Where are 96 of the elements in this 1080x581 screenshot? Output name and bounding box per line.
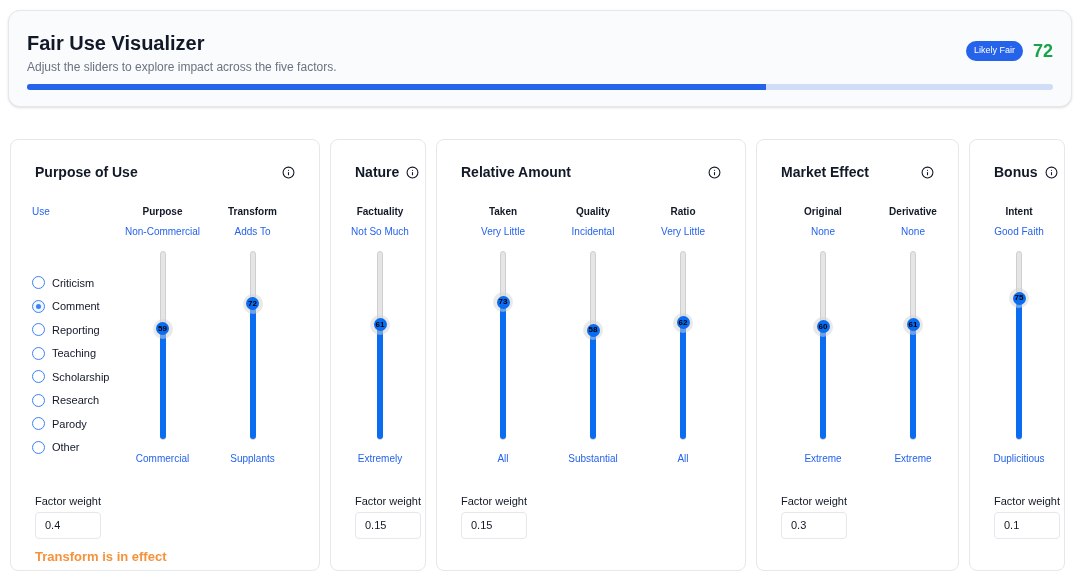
slider-label: Taken bbox=[488, 205, 518, 219]
slider-top-label: Non-Commercial bbox=[125, 225, 200, 239]
slider-bottom-label: Extreme bbox=[804, 452, 842, 466]
slider-thumb[interactable]: 75 bbox=[1009, 288, 1029, 309]
card-title: Nature bbox=[355, 162, 400, 182]
radio-label: Other bbox=[52, 440, 80, 455]
page-subtitle: Adjust the sliders to explore impact across the five factors. bbox=[27, 59, 337, 76]
card-title: Market Effect bbox=[781, 162, 869, 182]
slider-value: 60 bbox=[818, 322, 828, 331]
factor-weight-field[interactable]: 0.3 bbox=[781, 511, 847, 539]
slider-bottom-label: Extremely bbox=[357, 452, 403, 466]
vertical-slider[interactable]: 61 bbox=[903, 241, 923, 450]
slider-label: Intent bbox=[1005, 205, 1033, 219]
slider-label: Original bbox=[804, 205, 842, 219]
radio-button[interactable] bbox=[32, 346, 45, 360]
vertical-slider[interactable]: 58 bbox=[583, 241, 603, 450]
status-message: Transform is in effect bbox=[35, 547, 168, 566]
factor-weight-field[interactable]: 0.15 bbox=[355, 511, 421, 539]
radio-label: Research bbox=[52, 393, 100, 408]
factor-weight-field[interactable]: 0.1 bbox=[994, 511, 1060, 539]
info-icon[interactable] bbox=[406, 165, 419, 179]
card-title: Bonus bbox=[994, 162, 1038, 182]
vertical-slider[interactable]: 60 bbox=[813, 241, 833, 450]
slider-thumb[interactable]: 62 bbox=[673, 312, 693, 333]
vertical-slider[interactable]: 62 bbox=[673, 241, 693, 450]
slider-bottom-label: Commercial bbox=[135, 452, 190, 466]
slider-bottom-label: Supplants bbox=[230, 452, 275, 466]
score: 72 bbox=[1032, 41, 1053, 60]
radio-label: Comment bbox=[52, 299, 100, 314]
slider-top-label: Good Faith bbox=[994, 225, 1044, 239]
factor-weight-field[interactable]: 0.4 bbox=[35, 511, 101, 539]
radio-button[interactable] bbox=[32, 299, 45, 313]
info-icon[interactable] bbox=[921, 165, 934, 179]
page-title: Fair Use Visualizer bbox=[27, 31, 206, 55]
slider-value: 58 bbox=[588, 326, 598, 335]
slider-top-label: Adds To bbox=[234, 225, 271, 239]
slider-bottom-label: All bbox=[497, 452, 509, 466]
slider-value: 75 bbox=[1014, 294, 1024, 303]
card-title: Purpose of Use bbox=[35, 162, 138, 182]
factor-weight-label: Factor weight bbox=[781, 494, 849, 509]
slider-bottom-label: Duplicitious bbox=[993, 452, 1045, 466]
radio-label: Teaching bbox=[52, 346, 97, 361]
slider-bottom-label: All bbox=[677, 452, 689, 466]
slider-label: Derivative bbox=[889, 205, 937, 219]
radio-button[interactable] bbox=[32, 440, 45, 454]
slider-label: Purpose bbox=[142, 205, 183, 219]
vertical-slider[interactable]: 73 bbox=[493, 241, 513, 450]
status-badge: Likely Fair bbox=[965, 41, 1023, 61]
slider-value: 59 bbox=[158, 324, 167, 333]
info-icon[interactable] bbox=[1045, 165, 1058, 179]
slider-top-label: Very Little bbox=[661, 225, 705, 239]
slider-bottom-label: Substantial bbox=[568, 452, 618, 466]
slider-thumb[interactable]: 73 bbox=[493, 292, 513, 313]
slider-top-label: None bbox=[901, 225, 925, 239]
radio-button[interactable] bbox=[32, 323, 45, 337]
slider-value: 61 bbox=[375, 320, 385, 329]
slider-value: 73 bbox=[498, 298, 508, 307]
slider-top-label: Not So Much bbox=[351, 225, 409, 239]
slider-thumb[interactable]: 61 bbox=[370, 314, 390, 335]
slider-thumb[interactable]: 58 bbox=[583, 320, 603, 341]
factor-weight-label: Factor weight bbox=[355, 494, 419, 509]
use-label: Use bbox=[32, 205, 51, 219]
info-icon[interactable] bbox=[282, 165, 295, 179]
slider-thumb[interactable]: 61 bbox=[903, 314, 923, 335]
factor-weight-label: Factor weight bbox=[994, 494, 1058, 509]
radio-label: Scholarship bbox=[52, 369, 110, 385]
slider-top-label: Incidental bbox=[571, 225, 615, 239]
slider-thumb[interactable]: 60 bbox=[813, 316, 833, 337]
vertical-slider[interactable]: 61 bbox=[370, 241, 390, 450]
radio-button[interactable] bbox=[32, 393, 45, 407]
info-icon[interactable] bbox=[708, 165, 721, 179]
slider-thumb[interactable]: 59 bbox=[152, 318, 173, 339]
factor-weight-field[interactable]: 0.15 bbox=[461, 511, 527, 539]
vertical-slider[interactable]: 75 bbox=[1009, 241, 1029, 450]
vertical-slider[interactable]: 72 bbox=[242, 241, 263, 450]
slider-bottom-label: Extreme bbox=[894, 452, 932, 466]
radio-label: Parody bbox=[52, 416, 87, 432]
slider-value: 61 bbox=[908, 320, 918, 329]
radio-button[interactable] bbox=[32, 276, 45, 290]
slider-top-label: Very Little bbox=[481, 225, 525, 239]
slider-label: Transform bbox=[228, 205, 277, 219]
slider-value: 62 bbox=[678, 318, 688, 327]
radio-button[interactable] bbox=[32, 370, 45, 384]
slider-value: 72 bbox=[248, 299, 257, 308]
slider-thumb[interactable]: 72 bbox=[242, 293, 263, 314]
factor-weight-label: Factor weight bbox=[461, 494, 529, 509]
slider-label: Quality bbox=[576, 205, 610, 219]
card-title: Relative Amount bbox=[461, 162, 571, 182]
vertical-slider[interactable]: 59 bbox=[152, 241, 173, 450]
slider-label: Ratio bbox=[670, 205, 696, 219]
slider-label: Factuality bbox=[356, 205, 404, 219]
factor-weight-label: Factor weight bbox=[35, 494, 103, 509]
radio-button[interactable] bbox=[32, 417, 45, 431]
slider-top-label: None bbox=[811, 225, 835, 239]
radio-label: Criticism bbox=[52, 275, 95, 291]
radio-label: Reporting bbox=[52, 322, 100, 338]
